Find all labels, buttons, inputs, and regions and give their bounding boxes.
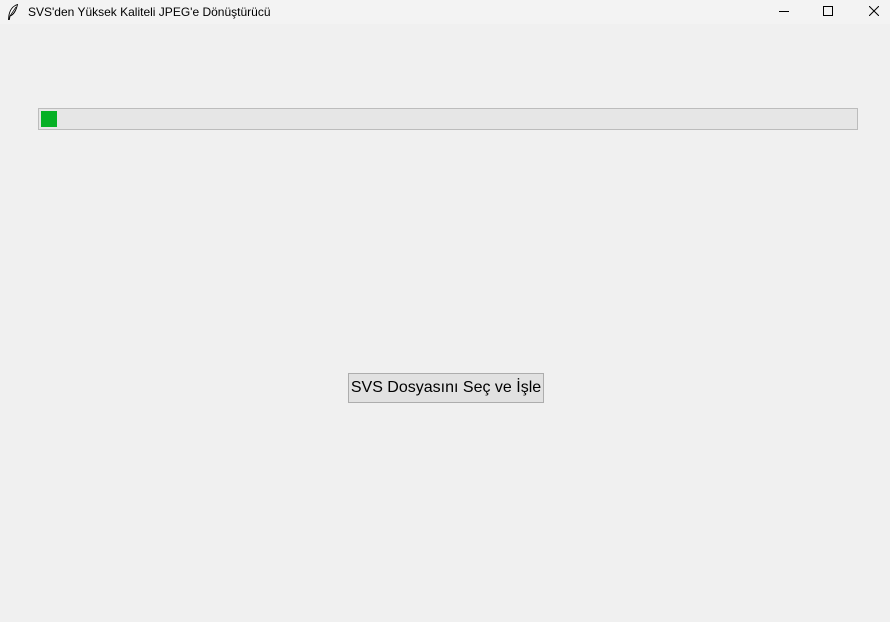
minimize-icon (779, 3, 789, 21)
close-icon (868, 3, 880, 21)
app-window: SVS'den Yüksek Kaliteli JPEG'e Dönüştürü… (0, 0, 890, 622)
maximize-icon (823, 3, 833, 21)
progress-bar (38, 108, 858, 130)
minimize-button[interactable] (762, 0, 806, 24)
maximize-button[interactable] (806, 0, 850, 24)
close-button[interactable] (852, 0, 890, 24)
title-bar: SVS'den Yüksek Kaliteli JPEG'e Dönüştürü… (0, 0, 890, 24)
window-title: SVS'den Yüksek Kaliteli JPEG'e Dönüştürü… (28, 5, 271, 19)
progress-fill (41, 111, 57, 127)
select-and-process-button[interactable]: SVS Dosyasını Seç ve İşle (348, 373, 544, 403)
feather-icon (7, 3, 19, 21)
